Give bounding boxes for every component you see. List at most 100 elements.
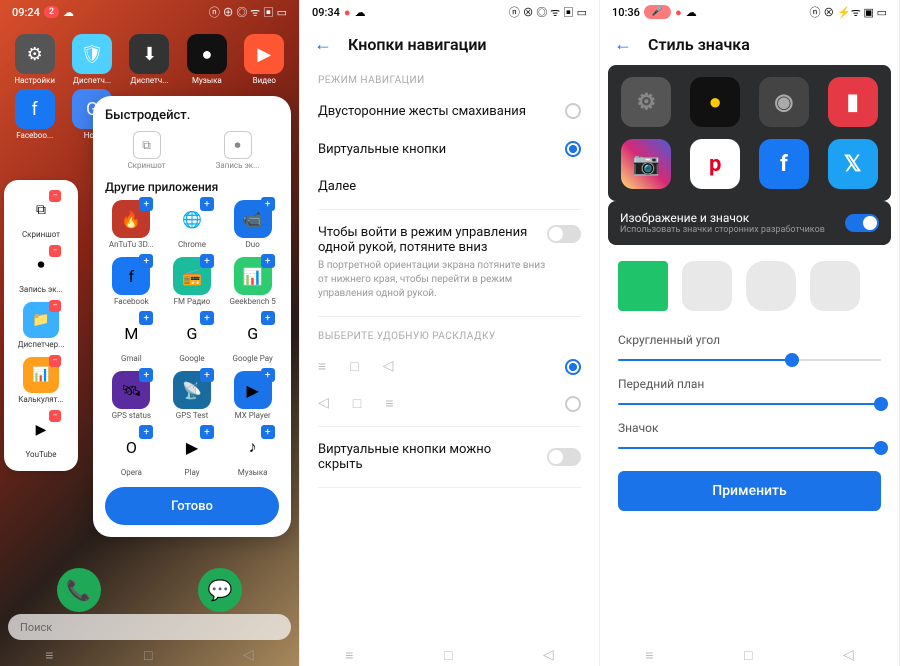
status-bar: 09:242☁ ⓝ ⊕ ◎ ᯤ ▣ ▭ <box>0 0 299 24</box>
header: ← Кнопки навигации <box>300 24 599 65</box>
other-app[interactable]: ▶+Play <box>164 428 221 477</box>
nav-home-icon[interactable]: □ <box>744 647 752 664</box>
other-app[interactable]: 🌐+Chrome <box>164 200 221 249</box>
sidebar-app[interactable]: 📁−Диспетчер... <box>8 298 74 353</box>
shape-rounded[interactable] <box>682 261 732 311</box>
shape-pebble[interactable] <box>810 261 860 311</box>
nav-home-icon[interactable]: □ <box>444 647 452 664</box>
sidebar-app[interactable]: ▶−YouTube <box>8 408 74 463</box>
other-app[interactable]: O+Opera <box>103 428 160 477</box>
back-button[interactable]: ← <box>614 34 632 55</box>
other-app[interactable]: 🔥+AnTuTu 3D... <box>103 200 160 249</box>
other-app[interactable]: 📻+FM Радио <box>164 257 221 306</box>
status-icons: ⓝ ⊗ ⚡ᯤ ▣ ▭ <box>810 4 887 20</box>
other-app[interactable]: M+Gmail <box>103 314 160 363</box>
opt-one-handed[interactable]: Чтобы войти в режим управления одной рук… <box>300 214 599 312</box>
preview-reader-icon: ▮ <box>828 77 878 127</box>
shape-square[interactable] <box>618 261 668 311</box>
radio-icon <box>565 396 581 412</box>
dock-app[interactable]: 💬 <box>198 568 242 612</box>
nav-back-icon[interactable]: ◁ <box>243 647 254 663</box>
mic-badge: 🎤 <box>644 5 671 19</box>
slider-corner: Скругленный угол <box>600 327 899 371</box>
search-placeholder: Поиск <box>20 621 52 634</box>
sidebar-app[interactable]: 📊−Калькулят... <box>8 353 74 408</box>
other-app[interactable]: f+Facebook <box>103 257 160 306</box>
other-app[interactable]: ▶+MX Player <box>224 371 281 420</box>
toggle[interactable] <box>547 225 581 243</box>
dock-app[interactable]: 📞 <box>57 568 101 612</box>
shape-squircle[interactable] <box>746 261 796 311</box>
phone-2-nav-settings: 09:34●☁ ⓝ ⊗ ◎ ᯤ ▣ ▭ ← Кнопки навигации Р… <box>300 0 600 666</box>
other-app[interactable]: 🛰+GPS status <box>103 371 160 420</box>
nav-bar: ≡ □ ◁ <box>300 644 599 666</box>
cloud-icon: ☁ <box>686 6 697 19</box>
smart-sidebar[interactable]: ⧉−Скриншот⏺−Запись эк...📁−Диспетчер...📊−… <box>4 180 78 471</box>
home-app[interactable]: fFaceboo... <box>8 89 61 140</box>
search-bar[interactable]: Поиск <box>8 614 291 640</box>
opt-virtual-buttons[interactable]: Виртуальные кнопки <box>300 130 599 168</box>
clock: 10:36 <box>612 6 640 19</box>
status-icons: ⓝ ⊗ ◎ ᯤ ▣ ▭ <box>509 4 587 20</box>
slider[interactable] <box>618 359 881 361</box>
quick-screenshot[interactable]: ⧉Скриншот <box>105 131 188 170</box>
divider <box>318 316 581 317</box>
quick-record[interactable]: ⏺Запись эк... <box>196 131 279 170</box>
nav-home-icon[interactable]: □ <box>144 647 152 664</box>
sheet-subtitle: Другие приложения <box>101 176 283 200</box>
other-app[interactable]: 📡+GPS Test <box>164 371 221 420</box>
divider <box>318 487 581 488</box>
preview-camera-icon: ◉ <box>759 77 809 127</box>
home-app[interactable]: ●Музыка <box>180 34 233 85</box>
divider <box>318 209 581 210</box>
radio-icon <box>565 359 581 375</box>
preview-settings-icon: ⚙ <box>621 77 671 127</box>
radio-icon <box>565 141 581 157</box>
preview-pinterest-icon: p <box>690 139 740 189</box>
dock: 📞💬 <box>0 568 299 612</box>
toggle[interactable] <box>547 448 581 466</box>
nav-menu-icon[interactable]: ≡ <box>645 647 653 664</box>
home-app[interactable]: ▶Видео <box>238 34 291 85</box>
opt-hide-buttons[interactable]: Виртуальные кнопки можно скрыть <box>300 431 599 483</box>
third-party-icons-switch[interactable]: Изображение и значокИспользовать значки … <box>608 201 891 245</box>
other-app[interactable]: G+Google <box>164 314 221 363</box>
status-bar: 10:36 🎤 ● ☁ ⓝ ⊗ ⚡ᯤ ▣ ▭ <box>600 0 899 24</box>
nav-bar: ≡ □ ◁ <box>0 644 299 666</box>
other-app[interactable]: 📹+Duo <box>224 200 281 249</box>
nav-menu-icon[interactable]: ≡ <box>45 647 53 664</box>
notif-icon: ● <box>344 6 351 19</box>
section-layout: ВЫБЕРИТЕ УДОБНУЮ РАСКЛАДКУ <box>300 321 599 348</box>
section-nav-mode: РЕЖИМ НАВИГАЦИИ <box>300 65 599 92</box>
nav-menu-icon[interactable]: ≡ <box>345 647 353 664</box>
sidebar-app[interactable]: ⏺−Запись эк... <box>8 243 74 298</box>
other-app[interactable]: 📊+Geekbench 5 <box>224 257 281 306</box>
preview-music-icon: ● <box>690 77 740 127</box>
home-app[interactable]: 🛡Диспетч... <box>65 34 118 85</box>
slider[interactable] <box>618 403 881 405</box>
layout-option-1[interactable]: ≡□◁ <box>300 348 599 385</box>
other-app[interactable]: ♪+Музыка <box>224 428 281 477</box>
back-button[interactable]: ← <box>314 34 332 55</box>
home-app[interactable]: ⚙Настройки <box>8 34 61 85</box>
nav-back-icon[interactable]: ◁ <box>843 647 854 663</box>
preview-twitter-icon: 𝕏 <box>828 139 878 189</box>
status-bar: 09:34●☁ ⓝ ⊗ ◎ ᯤ ▣ ▭ <box>300 0 599 24</box>
toggle[interactable] <box>845 214 879 232</box>
opt-more[interactable]: Далее <box>300 168 599 205</box>
opt-swipe-gestures[interactable]: Двусторонние жесты смахивания <box>300 92 599 130</box>
sidebar-app[interactable]: ⧉−Скриншот <box>8 188 74 243</box>
nav-back-icon[interactable]: ◁ <box>543 647 554 663</box>
header: ← Стиль значка <box>600 24 899 65</box>
apply-button[interactable]: Применить <box>618 471 881 511</box>
cloud-icon: ☁ <box>63 6 74 19</box>
sidebar-edit-sheet: Быстродейст. ⧉Скриншот ⏺Запись эк... Дру… <box>93 96 291 537</box>
slider[interactable] <box>618 447 881 449</box>
home-app[interactable]: ⬇Диспетч... <box>123 34 176 85</box>
crop-icon: ⧉ <box>133 131 161 159</box>
slider-icon: Значок <box>600 415 899 459</box>
layout-option-2[interactable]: ◁□≡ <box>300 385 599 422</box>
done-button[interactable]: Готово <box>105 487 279 525</box>
notif-icon: ● <box>675 6 682 19</box>
other-app[interactable]: G+Google Pay <box>224 314 281 363</box>
